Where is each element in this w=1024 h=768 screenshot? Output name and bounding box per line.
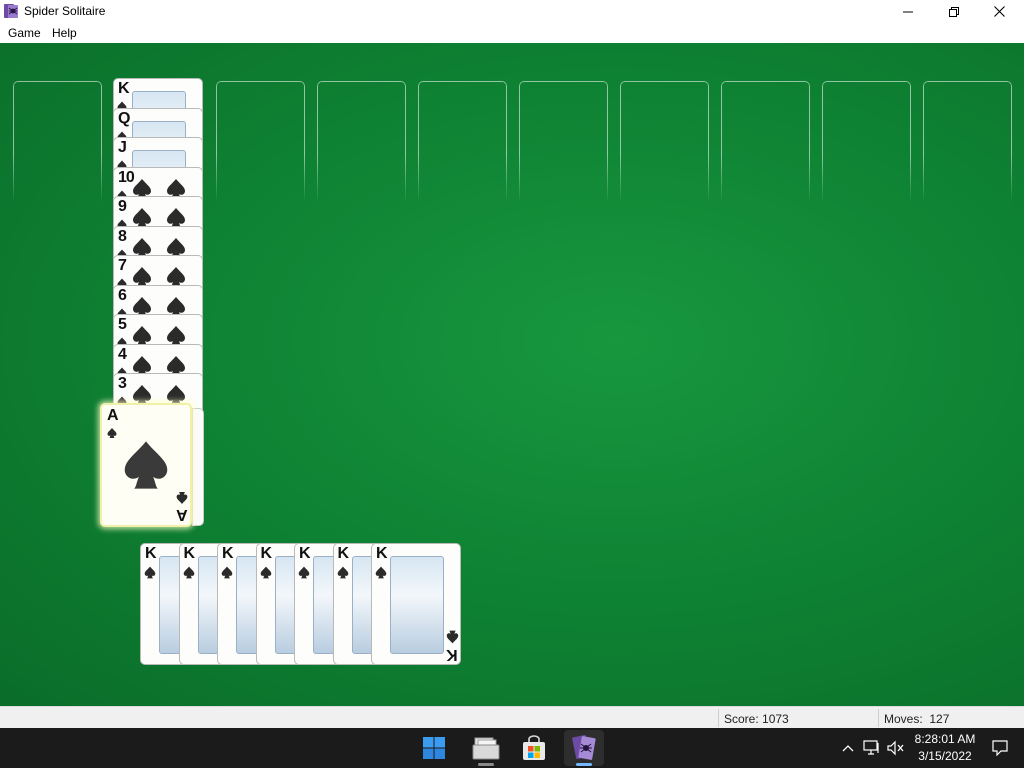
large-spade-icon — [124, 441, 168, 489]
volume-muted-icon — [887, 740, 904, 756]
card-rank-bottom: A — [176, 506, 188, 523]
active-indicator — [576, 763, 592, 766]
menu-bar: Game Help — [0, 23, 1024, 43]
network-button[interactable] — [862, 738, 882, 758]
notification-icon — [992, 740, 1008, 756]
card-rank: 5 — [118, 316, 127, 333]
windows-start-icon — [423, 737, 445, 759]
card-rank: K — [260, 545, 273, 562]
empty-column-slot[interactable] — [13, 81, 102, 203]
store-button[interactable] — [514, 730, 554, 766]
spade-icon — [107, 428, 117, 438]
card-rank: K — [183, 545, 196, 562]
card-rank: 4 — [118, 345, 127, 363]
minimize-button[interactable] — [885, 0, 931, 23]
card-stack-edge — [192, 408, 204, 526]
spade-icon — [183, 566, 194, 579]
card-artwork — [390, 556, 444, 654]
moves-label: Moves: 127 — [884, 712, 950, 726]
spade-icon — [144, 566, 156, 579]
card-rank: Q — [118, 109, 131, 127]
game-board[interactable]: K Q J 10 9 8 7 6 5 4 3 A A KKKKKKKK — [0, 43, 1024, 706]
chevron-up-icon — [842, 745, 854, 752]
file-explorer-button[interactable] — [466, 730, 506, 766]
card-rank: K — [376, 545, 388, 562]
card-rank: 9 — [118, 198, 127, 215]
menu-game[interactable]: Game — [8, 26, 41, 40]
empty-column-slot[interactable] — [620, 81, 709, 203]
empty-column-slot[interactable] — [822, 81, 911, 203]
clock-time: 8:28:01 AM — [914, 732, 976, 746]
close-button[interactable] — [976, 0, 1022, 23]
empty-column-slot[interactable] — [923, 81, 1012, 203]
card-rank: K — [145, 545, 157, 562]
clock[interactable]: 8:28:01 AM 3/15/2022 — [906, 731, 984, 765]
empty-column-slot[interactable] — [721, 81, 810, 203]
empty-column-slot[interactable] — [317, 81, 406, 203]
volume-button[interactable] — [886, 738, 906, 758]
score-label: Score: 1073 — [724, 712, 789, 726]
card-rank: 7 — [118, 257, 127, 274]
spade-icon — [375, 566, 387, 579]
card-rank: 3 — [118, 375, 127, 392]
card-rank: K — [118, 80, 130, 97]
status-bar: Score: 1073 Moves: 127 — [0, 706, 1024, 728]
empty-column-slot[interactable] — [519, 81, 608, 203]
spider-solitaire-taskbar-button[interactable] — [564, 730, 604, 766]
restore-icon — [949, 6, 959, 17]
selected-card-ace-of-spades[interactable]: A A — [100, 403, 192, 527]
minimize-icon — [903, 11, 913, 12]
title-bar: Spider Solitaire — [0, 0, 1024, 23]
close-icon — [993, 6, 1005, 17]
taskbar: 8:28:01 AM 3/15/2022 — [0, 728, 1024, 768]
network-icon — [863, 740, 879, 755]
spade-icon — [446, 630, 459, 644]
status-divider — [878, 709, 879, 727]
card-rank: K — [337, 545, 350, 562]
card-rank: K — [222, 545, 234, 562]
restore-button[interactable] — [931, 0, 977, 23]
spider-solitaire-icon — [4, 4, 18, 18]
spider-solitaire-taskbar-icon — [572, 734, 596, 760]
card-rank: 8 — [118, 227, 127, 245]
spade-icon — [221, 566, 233, 579]
notifications-button[interactable] — [990, 738, 1010, 758]
menu-help[interactable]: Help — [52, 26, 77, 40]
empty-column-slot[interactable] — [216, 81, 305, 203]
empty-column-slot[interactable] — [418, 81, 507, 203]
card-rank-bottom: K — [446, 646, 458, 663]
card-rank: J — [118, 139, 127, 156]
spade-icon — [260, 566, 271, 579]
show-hidden-icons-button[interactable] — [838, 738, 858, 758]
spade-icon — [176, 492, 188, 504]
spade-icon — [337, 566, 348, 579]
store-icon — [523, 735, 545, 760]
file-explorer-icon — [472, 737, 500, 760]
clock-date: 3/15/2022 — [918, 749, 972, 763]
running-indicator — [478, 763, 494, 766]
completed-set-king: KK — [371, 543, 461, 665]
spade-icon — [298, 566, 310, 579]
status-divider — [718, 709, 719, 727]
window-title: Spider Solitaire — [24, 4, 106, 18]
card-rank: K — [299, 545, 311, 562]
card-rank: 6 — [118, 286, 127, 304]
start-button[interactable] — [414, 730, 454, 766]
card-rank: A — [107, 407, 119, 424]
